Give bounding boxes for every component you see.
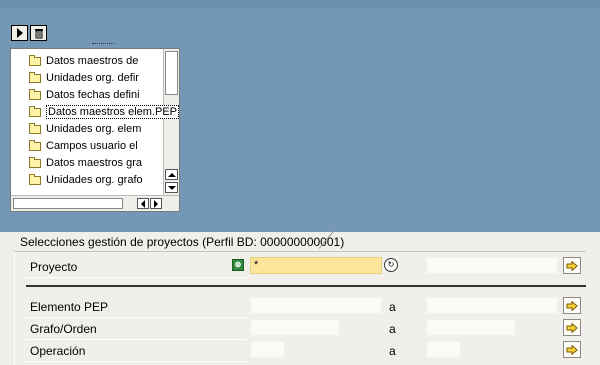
label-underline bbox=[26, 339, 246, 340]
range-to-label: a bbox=[389, 322, 396, 336]
selection-tab[interactable]: Selecciones gestión de proyectos (Perfil… bbox=[15, 234, 363, 251]
right-arrow-icon bbox=[566, 300, 578, 311]
label-underline bbox=[26, 277, 246, 278]
tree-node-selected[interactable]: Datos maestros elem.PEP bbox=[11, 104, 179, 120]
grafo-orden-to-input[interactable] bbox=[426, 319, 516, 336]
folder-icon bbox=[29, 106, 41, 117]
tab-border bbox=[14, 251, 586, 252]
vertical-scrollbar[interactable] bbox=[163, 49, 179, 195]
label-grafo-orden: Grafo/Orden bbox=[30, 322, 97, 336]
scroll-right-button[interactable] bbox=[150, 198, 162, 209]
folder-icon bbox=[29, 140, 41, 151]
search-help-icon[interactable]: ↻ bbox=[384, 258, 398, 272]
expand-button[interactable] bbox=[11, 25, 28, 41]
down-arrow-icon bbox=[167, 185, 176, 190]
expand-triangle-icon[interactable] bbox=[16, 107, 22, 117]
tree-node-label: Datos maestros gra bbox=[46, 157, 142, 169]
title-strip bbox=[0, 0, 600, 8]
folder-icon bbox=[29, 55, 41, 66]
folder-icon bbox=[29, 157, 41, 168]
scroll-down-button[interactable] bbox=[165, 182, 178, 193]
tree-node[interactable]: Campos usuario el bbox=[11, 138, 179, 154]
right-arrow-icon bbox=[154, 199, 158, 208]
elemento-pep-to-input[interactable] bbox=[426, 297, 558, 314]
up-arrow-icon bbox=[167, 172, 176, 177]
expand-triangle-icon[interactable] bbox=[16, 175, 22, 185]
scroll-left-button[interactable] bbox=[137, 198, 149, 209]
expand-triangle-icon[interactable] bbox=[16, 90, 22, 100]
navigation-area: Datos maestros de Unidades org. defir Da… bbox=[0, 0, 600, 232]
expand-triangle-icon[interactable] bbox=[16, 141, 22, 151]
tree-node[interactable]: Unidades org. grafo bbox=[11, 172, 179, 188]
tree-node-label: Campos usuario el bbox=[46, 140, 138, 152]
operacion-from-input[interactable] bbox=[250, 341, 285, 358]
multiple-selection-button[interactable] bbox=[563, 341, 581, 358]
range-to-label: a bbox=[389, 344, 396, 358]
selection-panel: Selecciones gestión de proyectos (Perfil… bbox=[0, 229, 600, 365]
elemento-pep-from-input[interactable] bbox=[250, 297, 382, 314]
horizontal-scrollbar[interactable] bbox=[11, 195, 179, 211]
tab-border-left bbox=[14, 252, 15, 365]
trash-icon bbox=[34, 28, 43, 38]
vertical-scroll-thumb[interactable] bbox=[165, 51, 178, 95]
resize-grip[interactable] bbox=[92, 43, 114, 47]
tree-node-label: Unidades org. elem bbox=[46, 123, 142, 135]
play-icon bbox=[16, 28, 23, 38]
grafo-orden-from-input[interactable] bbox=[250, 319, 340, 336]
right-arrow-icon bbox=[566, 260, 578, 271]
delete-button[interactable] bbox=[30, 25, 47, 41]
tree-node[interactable]: Datos maestros de bbox=[11, 53, 179, 69]
proyecto-to-input[interactable] bbox=[426, 257, 558, 274]
tree-node-label: Unidades org. grafo bbox=[46, 174, 143, 186]
tree-node-label: Datos fechas defini bbox=[46, 89, 140, 101]
horizontal-scroll-thumb[interactable] bbox=[13, 198, 123, 209]
multi-select-icon[interactable]: ⊛ bbox=[232, 259, 244, 271]
folder-icon bbox=[29, 174, 41, 185]
tree-node[interactable]: Unidades org. defir bbox=[11, 70, 179, 86]
expand-triangle-icon[interactable] bbox=[16, 124, 22, 134]
tree-node[interactable]: Unidades org. elem bbox=[11, 121, 179, 137]
right-arrow-icon bbox=[566, 344, 578, 355]
tree-node[interactable]: Datos maestros gra bbox=[11, 155, 179, 171]
proyecto-input[interactable]: * bbox=[250, 257, 382, 274]
right-arrow-icon bbox=[566, 322, 578, 333]
tree-node-label: Datos maestros de bbox=[46, 55, 139, 67]
expand-triangle-icon[interactable] bbox=[16, 158, 22, 168]
label-proyecto: Proyecto bbox=[30, 260, 78, 274]
section-separator bbox=[26, 285, 586, 287]
multiple-selection-button[interactable] bbox=[563, 257, 581, 274]
left-arrow-icon bbox=[141, 199, 145, 208]
label-underline bbox=[26, 317, 246, 318]
folder-icon bbox=[29, 72, 41, 83]
scroll-up-button[interactable] bbox=[165, 169, 178, 180]
tree-node-label: Unidades org. defir bbox=[46, 72, 139, 84]
label-underline bbox=[26, 361, 246, 362]
multiple-selection-button[interactable] bbox=[563, 319, 581, 336]
proyecto-value: * bbox=[254, 259, 259, 271]
expand-triangle-icon[interactable] bbox=[16, 73, 22, 83]
label-operacion: Operación bbox=[30, 344, 86, 358]
folder-icon bbox=[29, 123, 41, 134]
folder-icon bbox=[29, 89, 41, 100]
tree-node[interactable]: Datos fechas defini bbox=[11, 87, 179, 103]
range-to-label: a bbox=[389, 300, 396, 314]
multiple-selection-button[interactable] bbox=[563, 297, 581, 314]
operacion-to-input[interactable] bbox=[426, 341, 461, 358]
expand-triangle-icon[interactable] bbox=[16, 56, 22, 66]
tree-node-label: Datos maestros elem.PEP bbox=[46, 105, 179, 119]
label-elemento-pep: Elemento PEP bbox=[30, 300, 109, 314]
selection-tree: Datos maestros de Unidades org. defir Da… bbox=[10, 48, 180, 212]
